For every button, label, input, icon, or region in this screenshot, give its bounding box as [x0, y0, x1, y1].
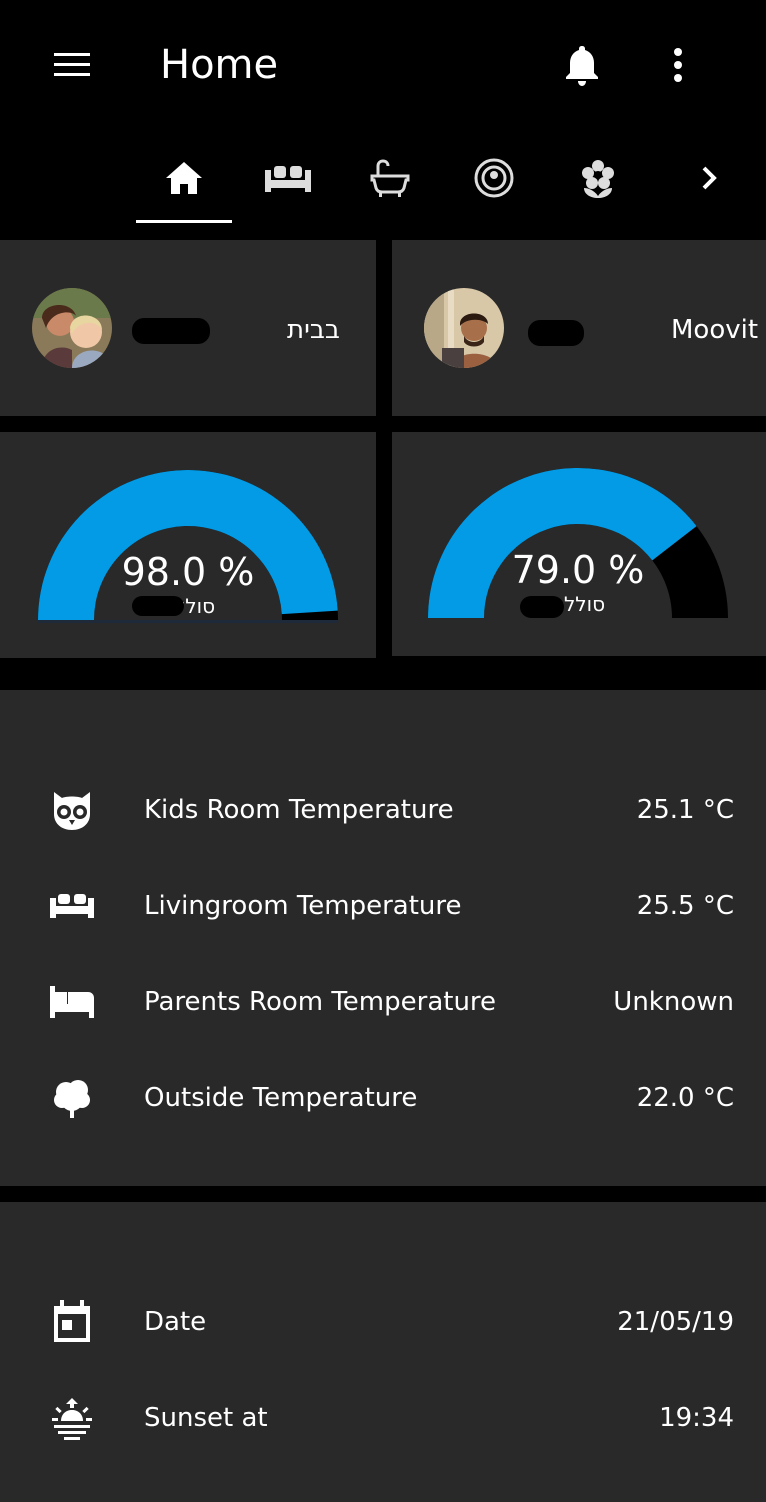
entity-name: Sunset at: [144, 1403, 268, 1433]
entity-value: 25.5 °C: [636, 891, 734, 921]
bed-icon: [48, 978, 96, 1026]
redacted-name: [528, 320, 584, 346]
tree-icon: [48, 1074, 96, 1122]
notifications-button[interactable]: [560, 42, 604, 88]
tab-garden[interactable]: [550, 130, 646, 226]
bathtub-icon: [370, 159, 410, 197]
gauge-label: סוללה: [160, 594, 216, 618]
chevron-right-icon: [702, 166, 717, 190]
entity-row-outside[interactable]: Outside Temperature 22.0 °C: [0, 1050, 766, 1146]
person-card-1[interactable]: בבית: [0, 240, 376, 416]
entity-name: Kids Room Temperature: [144, 795, 454, 825]
dots-vertical-icon: [674, 48, 682, 82]
sunset-icon: [48, 1394, 96, 1442]
flower-icon: [582, 160, 614, 198]
entity-row-sunset[interactable]: Sunset at 19:34: [0, 1370, 766, 1466]
bell-icon: [566, 46, 598, 86]
sofa-icon: [48, 882, 96, 930]
entity-value: 22.0 °C: [636, 1083, 734, 1113]
more-options-button[interactable]: [664, 44, 692, 86]
entity-value: 19:34: [659, 1403, 734, 1433]
avatar: [424, 288, 504, 368]
battery-gauge-card-1[interactable]: 98.0 % סוללה: [0, 432, 376, 658]
entity-value: 21/05/19: [617, 1307, 734, 1337]
tabs-scroll-right-button[interactable]: [690, 158, 730, 198]
view-tabs: [0, 130, 766, 226]
person-state: בבית: [287, 315, 340, 345]
sofa-icon: [265, 166, 311, 192]
entity-row-kids-room[interactable]: Kids Room Temperature 25.1 °C: [0, 762, 766, 858]
menu-icon: [54, 53, 90, 76]
entity-name: Parents Room Temperature: [144, 987, 497, 1017]
home-icon: [166, 162, 202, 194]
battery-gauge-card-2[interactable]: 79.0 % סוללה: [392, 432, 766, 656]
robot-vacuum-icon: [474, 158, 514, 198]
entity-value: 25.1 °C: [636, 795, 734, 825]
avatar: [32, 288, 112, 368]
entity-name: Livingroom Temperature: [144, 891, 462, 921]
redacted-name: [520, 596, 564, 618]
gauge-value: 79.0 %: [511, 548, 645, 592]
app-header: Home: [0, 0, 766, 240]
entity-row-livingroom[interactable]: Livingroom Temperature 25.5 °C: [0, 858, 766, 954]
gauge-label: סוללה: [550, 592, 606, 616]
tab-bathroom[interactable]: [342, 130, 438, 226]
page-title: Home: [160, 42, 279, 88]
tab-vacuum[interactable]: [446, 130, 542, 226]
person-card-2[interactable]: Moovit: [392, 240, 766, 416]
tab-livingroom[interactable]: [240, 130, 336, 226]
gauge-arc: [38, 469, 338, 623]
gauge-value: 98.0 %: [121, 550, 255, 594]
gauge-arc: [428, 467, 728, 618]
entity-name: Date: [144, 1307, 207, 1337]
entity-row-parents-room[interactable]: Parents Room Temperature Unknown: [0, 954, 766, 1050]
menu-button[interactable]: [52, 50, 92, 80]
redacted-name: [132, 596, 184, 616]
tab-home[interactable]: [136, 130, 232, 226]
redacted-name: [132, 318, 210, 344]
person-state: Moovit: [671, 315, 759, 345]
entity-value: Unknown: [613, 987, 734, 1017]
temperature-card: Kids Room Temperature 25.1 °C Livingroom…: [0, 690, 766, 1186]
entity-name: Outside Temperature: [144, 1083, 418, 1113]
entity-row-date[interactable]: Date 21/05/19: [0, 1274, 766, 1370]
info-card: Date 21/05/19 Sunset at 19:34: [0, 1202, 766, 1502]
calendar-icon: [48, 1298, 96, 1346]
owl-icon: [48, 786, 96, 834]
